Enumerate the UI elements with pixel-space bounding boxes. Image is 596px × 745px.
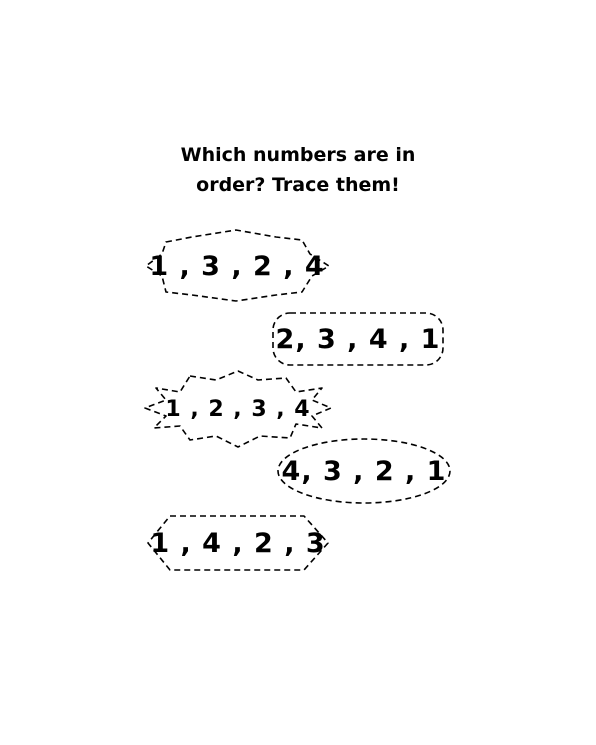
sequence-5-frame[interactable]: 1 , 4 , 2 , 3 — [146, 514, 330, 572]
instruction-line-2: order? Trace them! — [196, 174, 400, 196]
sequence-4-numbers: 4, 3 , 2 , 1 — [281, 455, 447, 487]
sequence-1-numbers: 1 , 3 , 2 , 4 — [149, 250, 325, 282]
instruction-line-1: Which numbers are in — [180, 144, 416, 166]
sequence-3-numbers: 1 , 2 , 3 , 4 — [165, 396, 311, 422]
sequence-4-frame[interactable]: 4, 3 , 2 , 1 — [277, 438, 451, 504]
sequence-2-numbers: 2, 3 , 4 , 1 — [275, 323, 441, 355]
sequence-3-frame[interactable]: 1 , 2 , 3 , 4 — [144, 370, 332, 448]
sequence-5-numbers: 1 , 4 , 2 , 3 — [150, 527, 326, 559]
instructions: Which numbers are in order? Trace them! — [148, 140, 448, 200]
sequence-1-frame[interactable]: 1 , 3 , 2 , 4 — [144, 228, 330, 304]
sequence-2-frame[interactable]: 2, 3 , 4 , 1 — [272, 312, 444, 366]
